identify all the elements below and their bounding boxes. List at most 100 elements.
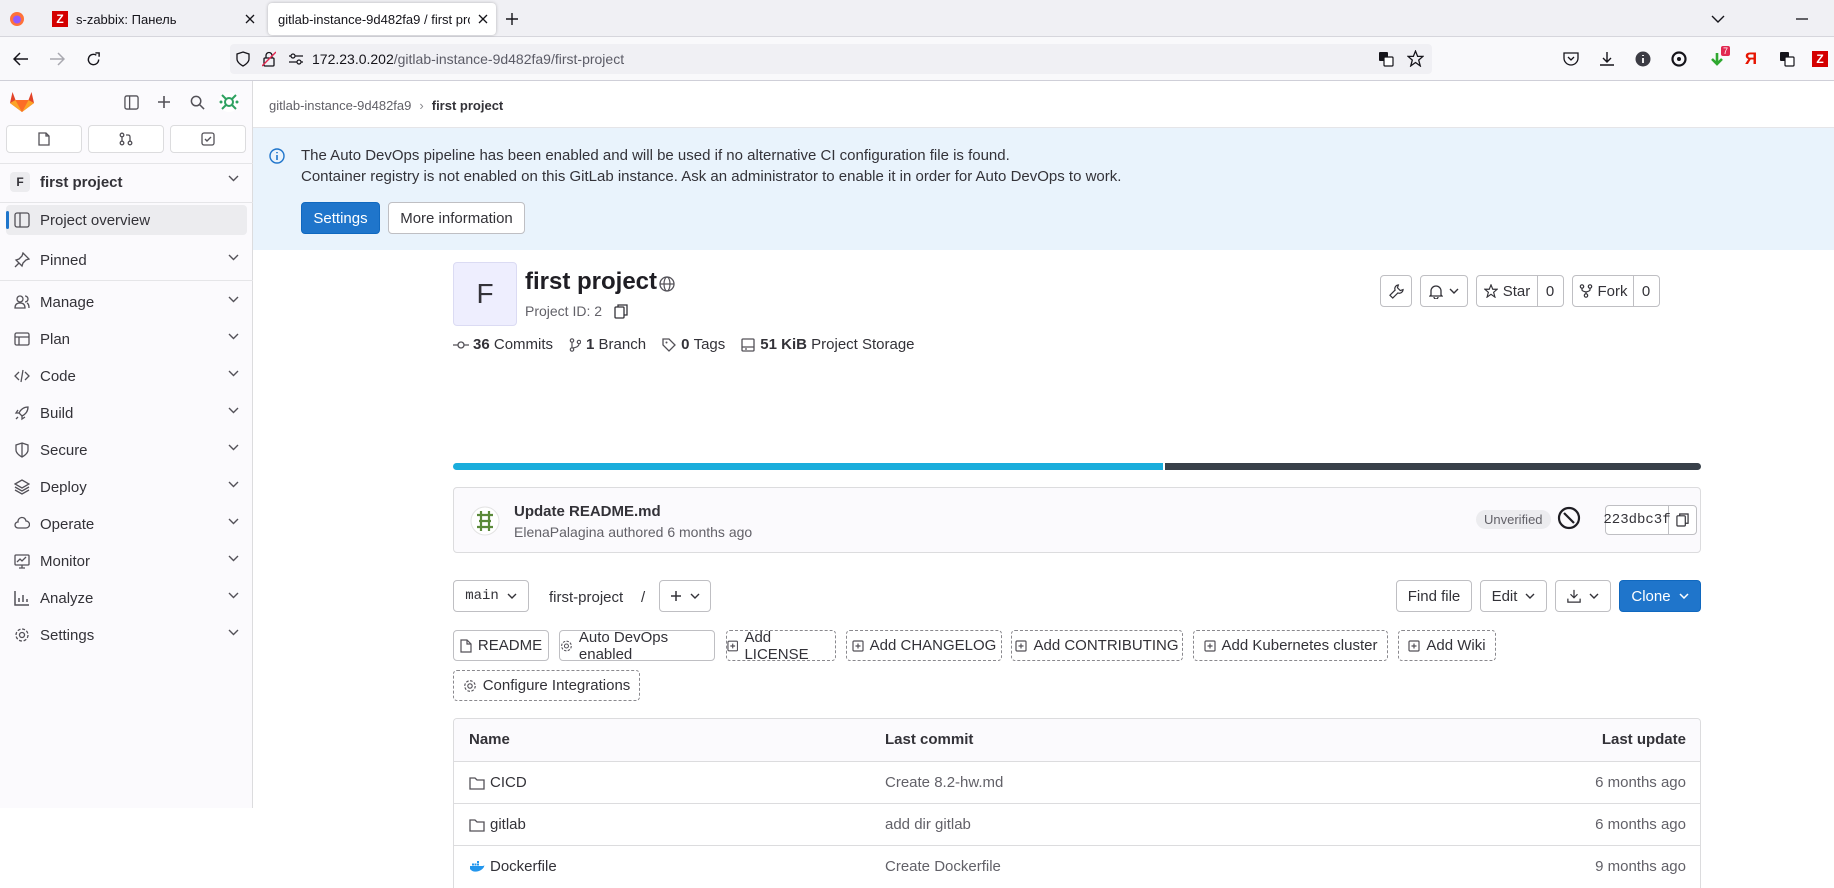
branches-link[interactable]: 1 Branch xyxy=(569,336,646,353)
copy-id-icon[interactable] xyxy=(614,304,628,319)
sidebar-item-manage[interactable]: Manage xyxy=(0,284,253,320)
address-bar[interactable]: 172.23.0.202/gitlab-instance-9d482fa9/fi… xyxy=(230,44,1432,74)
create-new-icon[interactable] xyxy=(153,91,175,113)
commit-author-link[interactable]: ElenaPalagina xyxy=(514,524,604,540)
sidebar-item-analyze[interactable]: Analyze xyxy=(0,580,253,616)
gitlab-logo-icon[interactable] xyxy=(8,87,36,115)
translator-extension-icon[interactable] xyxy=(1776,48,1798,70)
download-dropdown[interactable] xyxy=(1555,580,1611,612)
settings-button[interactable]: Settings xyxy=(301,202,380,234)
breadcrumb-project-link[interactable]: first project xyxy=(432,98,504,113)
new-tab-icon[interactable] xyxy=(500,8,524,30)
yandex-icon[interactable]: Я xyxy=(1740,48,1762,70)
close-tab-icon[interactable] xyxy=(470,14,496,24)
extension-ring-icon[interactable] xyxy=(1668,48,1690,70)
commit-message-link[interactable]: Create Dockerfile xyxy=(885,858,1001,875)
table-row[interactable]: CICD Create 8.2-hw.md 6 months ago xyxy=(454,761,1700,803)
sidebar-item-build[interactable]: Build xyxy=(0,395,253,431)
tab-zabbix[interactable]: Z s-zabbix: Панель xyxy=(40,3,262,35)
add-kubernetes-cluster-button[interactable]: Add Kubernetes cluster xyxy=(1193,630,1388,661)
file-name-link[interactable]: CICD xyxy=(490,774,527,791)
todos-shortcut-button[interactable] xyxy=(170,125,246,153)
downloads-icon[interactable] xyxy=(1596,48,1618,70)
add-changelog-button[interactable]: Add CHANGELOG xyxy=(846,630,1002,661)
sidebar-item-label: Monitor xyxy=(40,552,91,570)
firefox-menu-icon[interactable] xyxy=(6,8,28,30)
add-license-button[interactable]: Add LICENSE xyxy=(726,629,836,663)
file-name-link[interactable]: Dockerfile xyxy=(490,858,557,875)
translate-icon[interactable] xyxy=(1378,51,1394,67)
sidebar-item-pinned[interactable]: Pinned xyxy=(0,242,253,278)
pocket-icon[interactable] xyxy=(1560,48,1582,70)
main-content: gitlab-instance-9d482fa9 › first project… xyxy=(253,81,1834,888)
shield-icon xyxy=(14,442,30,458)
commit-title[interactable]: Update README.md xyxy=(514,503,661,520)
fork-button[interactable]: Fork xyxy=(1573,276,1634,306)
readme-link[interactable]: README xyxy=(453,630,549,661)
auto-devops-banner: The Auto DevOps pipeline has been enable… xyxy=(253,128,1834,250)
tab-gitlab[interactable]: gitlab-instance-9d482fa9 / first proj xyxy=(268,3,496,35)
insecure-lock-icon[interactable] xyxy=(262,51,276,67)
clone-dropdown[interactable]: Clone xyxy=(1619,580,1701,612)
bookmark-star-icon[interactable] xyxy=(1407,50,1424,67)
table-row[interactable]: Dockerfile Create Dockerfile 9 months ag… xyxy=(454,845,1700,887)
table-row[interactable]: gitlab add dir gitlab 6 months ago xyxy=(454,803,1700,845)
commit-sha-group: 223dbc3f xyxy=(1603,505,1697,535)
reload-icon[interactable] xyxy=(80,47,106,71)
download-helper-icon[interactable]: 7 xyxy=(1704,46,1730,72)
commit-sha[interactable]: 223dbc3f xyxy=(1603,506,1671,534)
sidebar-item-project-overview[interactable]: Project overview xyxy=(6,205,247,235)
breadcrumb-group-link[interactable]: gitlab-instance-9d482fa9 xyxy=(269,98,411,113)
browser-nav-bar: 172.23.0.202/gitlab-instance-9d482fa9/fi… xyxy=(0,37,1834,81)
edit-dropdown[interactable]: Edit xyxy=(1480,580,1547,612)
configure-integrations-button[interactable]: Configure Integrations xyxy=(453,670,640,701)
tags-link[interactable]: 0 Tags xyxy=(662,336,725,353)
sidebar-item-plan[interactable]: Plan xyxy=(0,321,253,357)
repo-path-link[interactable]: first-project xyxy=(549,589,623,606)
sidebar-item-settings[interactable]: Settings xyxy=(0,617,253,653)
branch-selector[interactable]: main xyxy=(453,580,529,612)
more-information-button[interactable]: More information xyxy=(388,202,525,234)
commit-message-link[interactable]: add dir gitlab xyxy=(885,816,971,833)
project-settings-button[interactable] xyxy=(1380,275,1412,307)
sidebar-item-secure[interactable]: Secure xyxy=(0,432,253,468)
auto-devops-link[interactable]: Auto DevOps enabled xyxy=(559,629,715,663)
commits-link[interactable]: 36 Commits xyxy=(453,336,553,353)
commit-message-link[interactable]: Create 8.2-hw.md xyxy=(885,774,1003,791)
forward-arrow-icon[interactable] xyxy=(44,47,70,71)
file-name-link[interactable]: gitlab xyxy=(490,816,526,833)
sidebar-item-monitor[interactable]: Monitor xyxy=(0,543,253,579)
shield-icon[interactable] xyxy=(236,51,250,67)
info-extension-icon[interactable] xyxy=(1632,48,1654,70)
add-contributing-button[interactable]: Add CONTRIBUTING xyxy=(1011,630,1183,661)
pipeline-skipped-icon[interactable] xyxy=(1557,506,1581,530)
fork-count[interactable]: 0 xyxy=(1633,283,1659,300)
add-wiki-button[interactable]: Add Wiki xyxy=(1398,630,1496,661)
author-avatar[interactable] xyxy=(470,506,500,536)
find-file-button[interactable]: Find file xyxy=(1396,580,1472,612)
merge-requests-shortcut-button[interactable] xyxy=(88,125,164,153)
issues-shortcut-button[interactable] xyxy=(6,125,82,153)
star-count[interactable]: 0 xyxy=(1537,283,1563,300)
notifications-dropdown[interactable] xyxy=(1420,275,1468,307)
sidebar-item-operate[interactable]: Operate xyxy=(0,506,253,542)
star-button[interactable]: Star xyxy=(1477,276,1538,306)
close-tab-icon[interactable] xyxy=(238,14,262,24)
search-icon[interactable] xyxy=(186,91,208,113)
breadcrumb: gitlab-instance-9d482fa9 › first project xyxy=(269,98,503,113)
add-to-tree-dropdown[interactable] xyxy=(659,580,711,612)
unverified-badge[interactable]: Unverified xyxy=(1476,510,1551,529)
storage-link[interactable]: 51 KiB Project Storage xyxy=(741,336,915,353)
project-switcher[interactable]: F first project xyxy=(0,163,253,201)
minimize-window-icon[interactable] xyxy=(1790,8,1814,30)
sidebar-item-deploy[interactable]: Deploy xyxy=(0,469,253,505)
user-avatar[interactable] xyxy=(216,89,242,115)
sidebar-item-code[interactable]: Code xyxy=(0,358,253,394)
back-arrow-icon[interactable] xyxy=(8,47,34,71)
zabbix-extension-icon[interactable]: Z xyxy=(1810,48,1830,70)
copy-sha-icon[interactable] xyxy=(1669,506,1696,534)
sidebar-toggle-icon[interactable] xyxy=(120,91,142,113)
list-tabs-chevron-icon[interactable] xyxy=(1706,8,1730,30)
commit-icon xyxy=(453,340,469,349)
permissions-icon[interactable] xyxy=(288,53,304,65)
